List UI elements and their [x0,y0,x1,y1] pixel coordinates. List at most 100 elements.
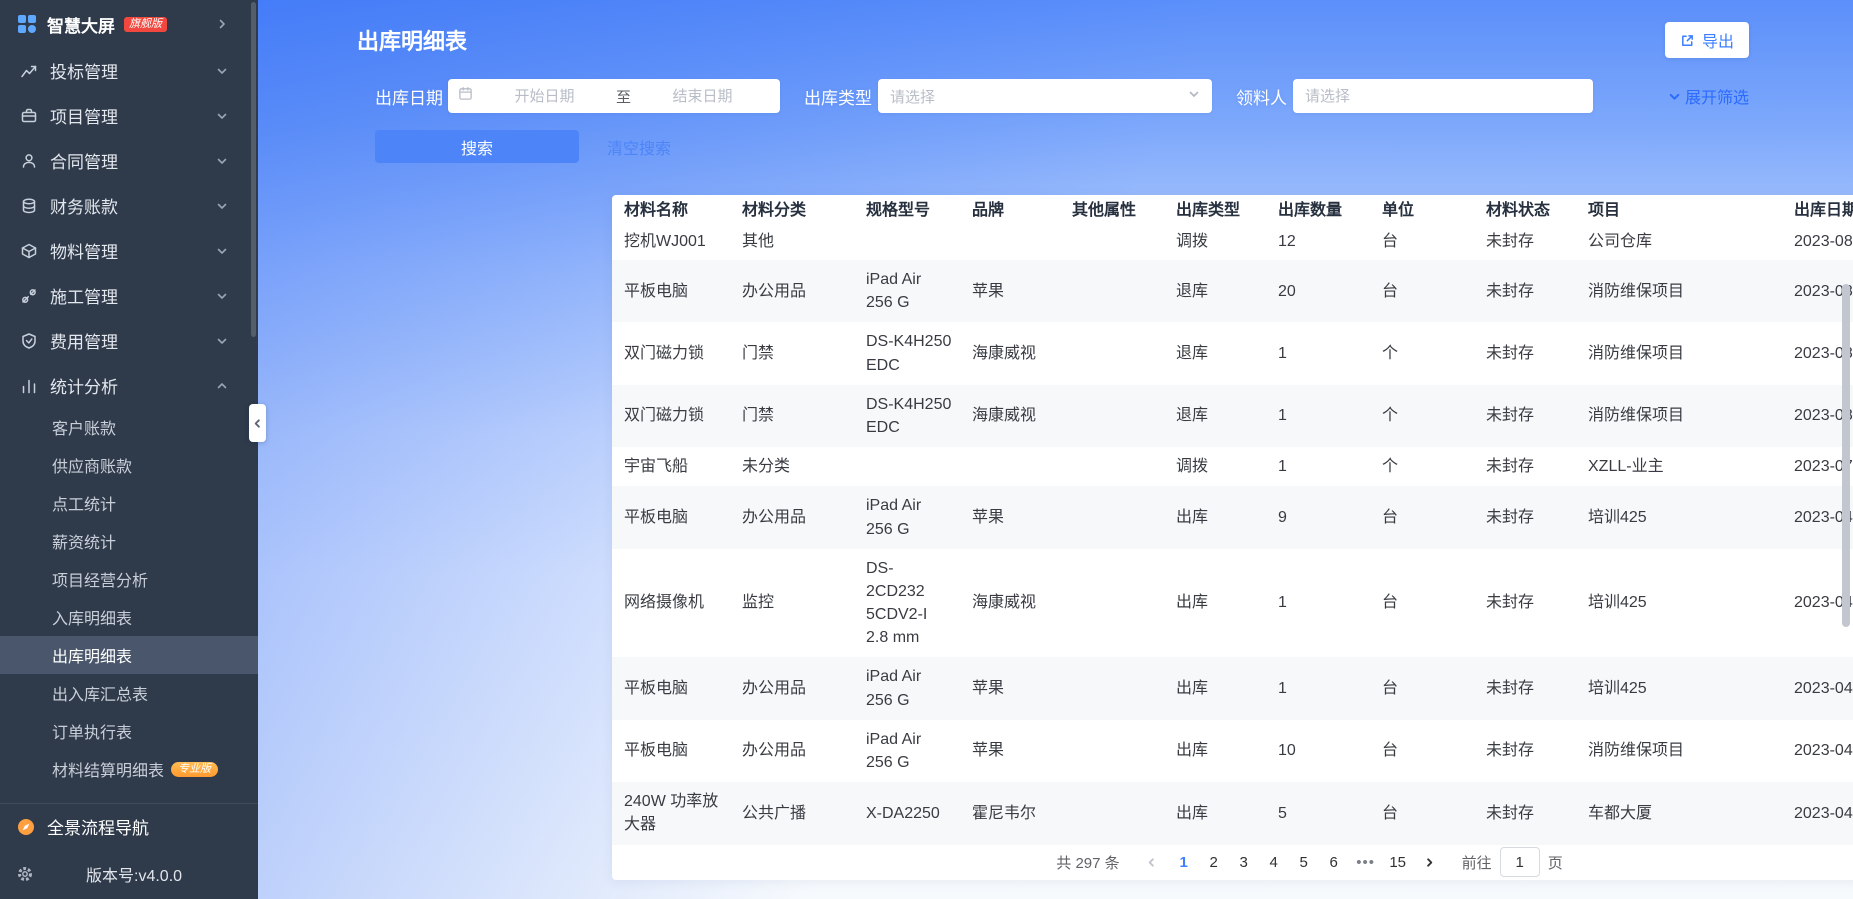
column-header: 其他属性 [1072,201,1137,219]
table-row: 平板电脑 办公用品 iPad Air 256 G 苹果 出库 9 台未封存 培训425 2023… [612,486,1853,549]
table-scrollbar[interactable] [1842,284,1850,627]
sidebar-item[interactable]: 项目管理 [0,93,258,138]
chevron-up-icon [216,380,228,392]
table-cell [960,253,1060,260]
table-cell: 消防维保项目 [1588,742,1685,760]
sidebar-subitem[interactable]: 材料结算明细表 专业版 [0,750,258,788]
table-cell: 出库 [1176,594,1209,612]
table-row: 平板电脑 办公用品 iPad Air 256 G 苹果 出库 10 台 未封存 消防维保项目 20… [612,720,1853,782]
page-button[interactable]: 1 [1170,848,1198,876]
sidebar-collapse-handle[interactable] [249,404,266,442]
pagination-ellipsis[interactable]: ••• [1354,854,1378,871]
table-cell: 出库 [1176,804,1209,822]
sidebar-item[interactable]: 费用管理 [0,318,258,363]
table-cell: 苹果 [972,508,1005,526]
table-cell: 调拨 [1176,458,1209,476]
sidebar-item[interactable]: 施工管理 [0,273,258,318]
table-cell: 9 [1278,508,1287,526]
sidebar-subitem-label: 供应商账款 [52,459,133,476]
sidebar-subitem[interactable]: 供应商账款 [0,446,258,484]
sidebar-subitem[interactable]: 项目经营分析 [0,560,258,598]
filter-actions: 搜索 清空搜索 [258,113,1853,163]
sidebar-subitem[interactable]: 客户账款 [0,408,258,446]
table-row: 平板电脑 办公用品 iPad Air 256 G 苹果 出库 1 台 未封存 培训425 2023… [612,657,1853,720]
column-header: 材料分类 [742,201,807,219]
sidebar-subitem-label: 材料结算明细表 [52,763,165,780]
table-cell: iPad Air 256 G [866,730,922,771]
outbound-type-select[interactable]: 请选择 [878,79,1212,113]
table-cell: 出库 [1176,680,1209,698]
start-date-input[interactable] [477,87,612,105]
last-page-button[interactable]: 15 [1384,848,1412,876]
sidebar-item[interactable]: 投标管理 [0,48,258,93]
table-cell: 1 [1278,680,1287,698]
table-cell: 未封存 [1486,804,1535,822]
table-cell [854,253,960,260]
table-cell: 门禁 [742,407,775,425]
end-date-input[interactable] [635,87,771,105]
page-button[interactable]: 5 [1290,848,1318,876]
page-button[interactable]: 6 [1320,848,1348,876]
column-header: 出库类型 [1176,201,1241,219]
table-cell [1060,805,1164,821]
page-button[interactable]: 4 [1260,848,1288,876]
table-cell: 台 [1382,680,1399,698]
chevron-down-icon [216,200,228,212]
table-cell [1060,459,1164,475]
expand-filters-link[interactable]: 展开筛选 [1668,84,1749,108]
gear-icon[interactable] [16,865,34,883]
prev-page-button[interactable] [1140,848,1164,876]
next-page-button[interactable] [1418,848,1442,876]
sidebar-item[interactable]: 统计分析 [0,363,258,408]
goto-suffix-label: 页 [1547,854,1563,872]
export-button[interactable]: 导出 [1664,22,1749,58]
pagination-pages: 123456 [1170,848,1348,876]
construction-tools-icon [20,287,38,305]
pagination: 共 297 条 123456 ••• 15 前往 页 [612,845,1853,880]
table-row: 240W 功率放大器 公共广播 X-DA2250 霍尼韦尔 出库 5 台 未封存 车都大厦 202… [612,782,1853,845]
goto-page-input[interactable] [1499,847,1540,878]
page-button[interactable]: 3 [1230,848,1258,876]
sidebar-item[interactable]: 合同管理 [0,138,258,183]
chevron-down-icon [1188,87,1200,105]
picker-input[interactable] [1305,87,1581,105]
chevron-down-icon [216,290,228,302]
date-range-picker[interactable]: 至 [448,79,780,113]
column-header: 品牌 [972,201,1005,219]
sidebar-subitem[interactable]: 薪资统计 [0,522,258,560]
table-cell: 办公用品 [742,742,807,760]
sidebar-item-label: 合同管理 [50,153,118,172]
sidebar-item-label: 项目管理 [50,108,118,127]
export-icon [1682,34,1693,46]
picker-input-box[interactable] [1293,79,1593,113]
sidebar-item[interactable]: 财务账款 [0,183,258,228]
date-filter-label: 出库日期 [375,88,443,108]
process-navigation-label: 全景流程导航 [47,819,149,838]
table-cell: 挖机WJ001 [624,232,706,250]
table-cell: 未封存 [1486,680,1535,698]
table-cell [1060,408,1164,424]
table-cell: 1 [1278,458,1287,476]
table-cell: 未封存 [1486,232,1535,250]
sidebar-subitem[interactable]: 点工统计 [0,484,258,522]
sidebar-logo[interactable]: 智慧大屏 旗舰版 [0,0,258,48]
table-cell: 2023-04-24 [1794,742,1853,760]
table-cell: DS-K4H250 EDC [866,333,952,374]
sidebar-footer: 全景流程导航 版本号:v4.0.0 [0,803,258,899]
sidebar-subitem[interactable]: 订单执行表 [0,712,258,750]
sidebar-item-label: 物料管理 [50,243,118,262]
page-button[interactable]: 2 [1200,848,1228,876]
stats-chart-icon [20,377,38,395]
sidebar-scrollbar[interactable] [251,2,256,337]
app-title: 智慧大屏 [47,16,115,36]
search-button[interactable]: 搜索 [375,130,579,163]
table-cell: iPad Air 256 G [866,668,922,709]
sidebar-subitem[interactable]: 入库明细表 [0,598,258,636]
table-cell: 台 [1382,742,1399,760]
process-navigation-item[interactable]: 全景流程导航 [0,803,258,849]
clear-search-link[interactable]: 清空搜索 [607,135,671,159]
table-cell [1060,743,1164,759]
sidebar-item[interactable]: 物料管理 [0,228,258,273]
sidebar-subitem[interactable]: 出入库汇总表 [0,674,258,712]
sidebar-subitem[interactable]: 出库明细表 [0,636,258,674]
